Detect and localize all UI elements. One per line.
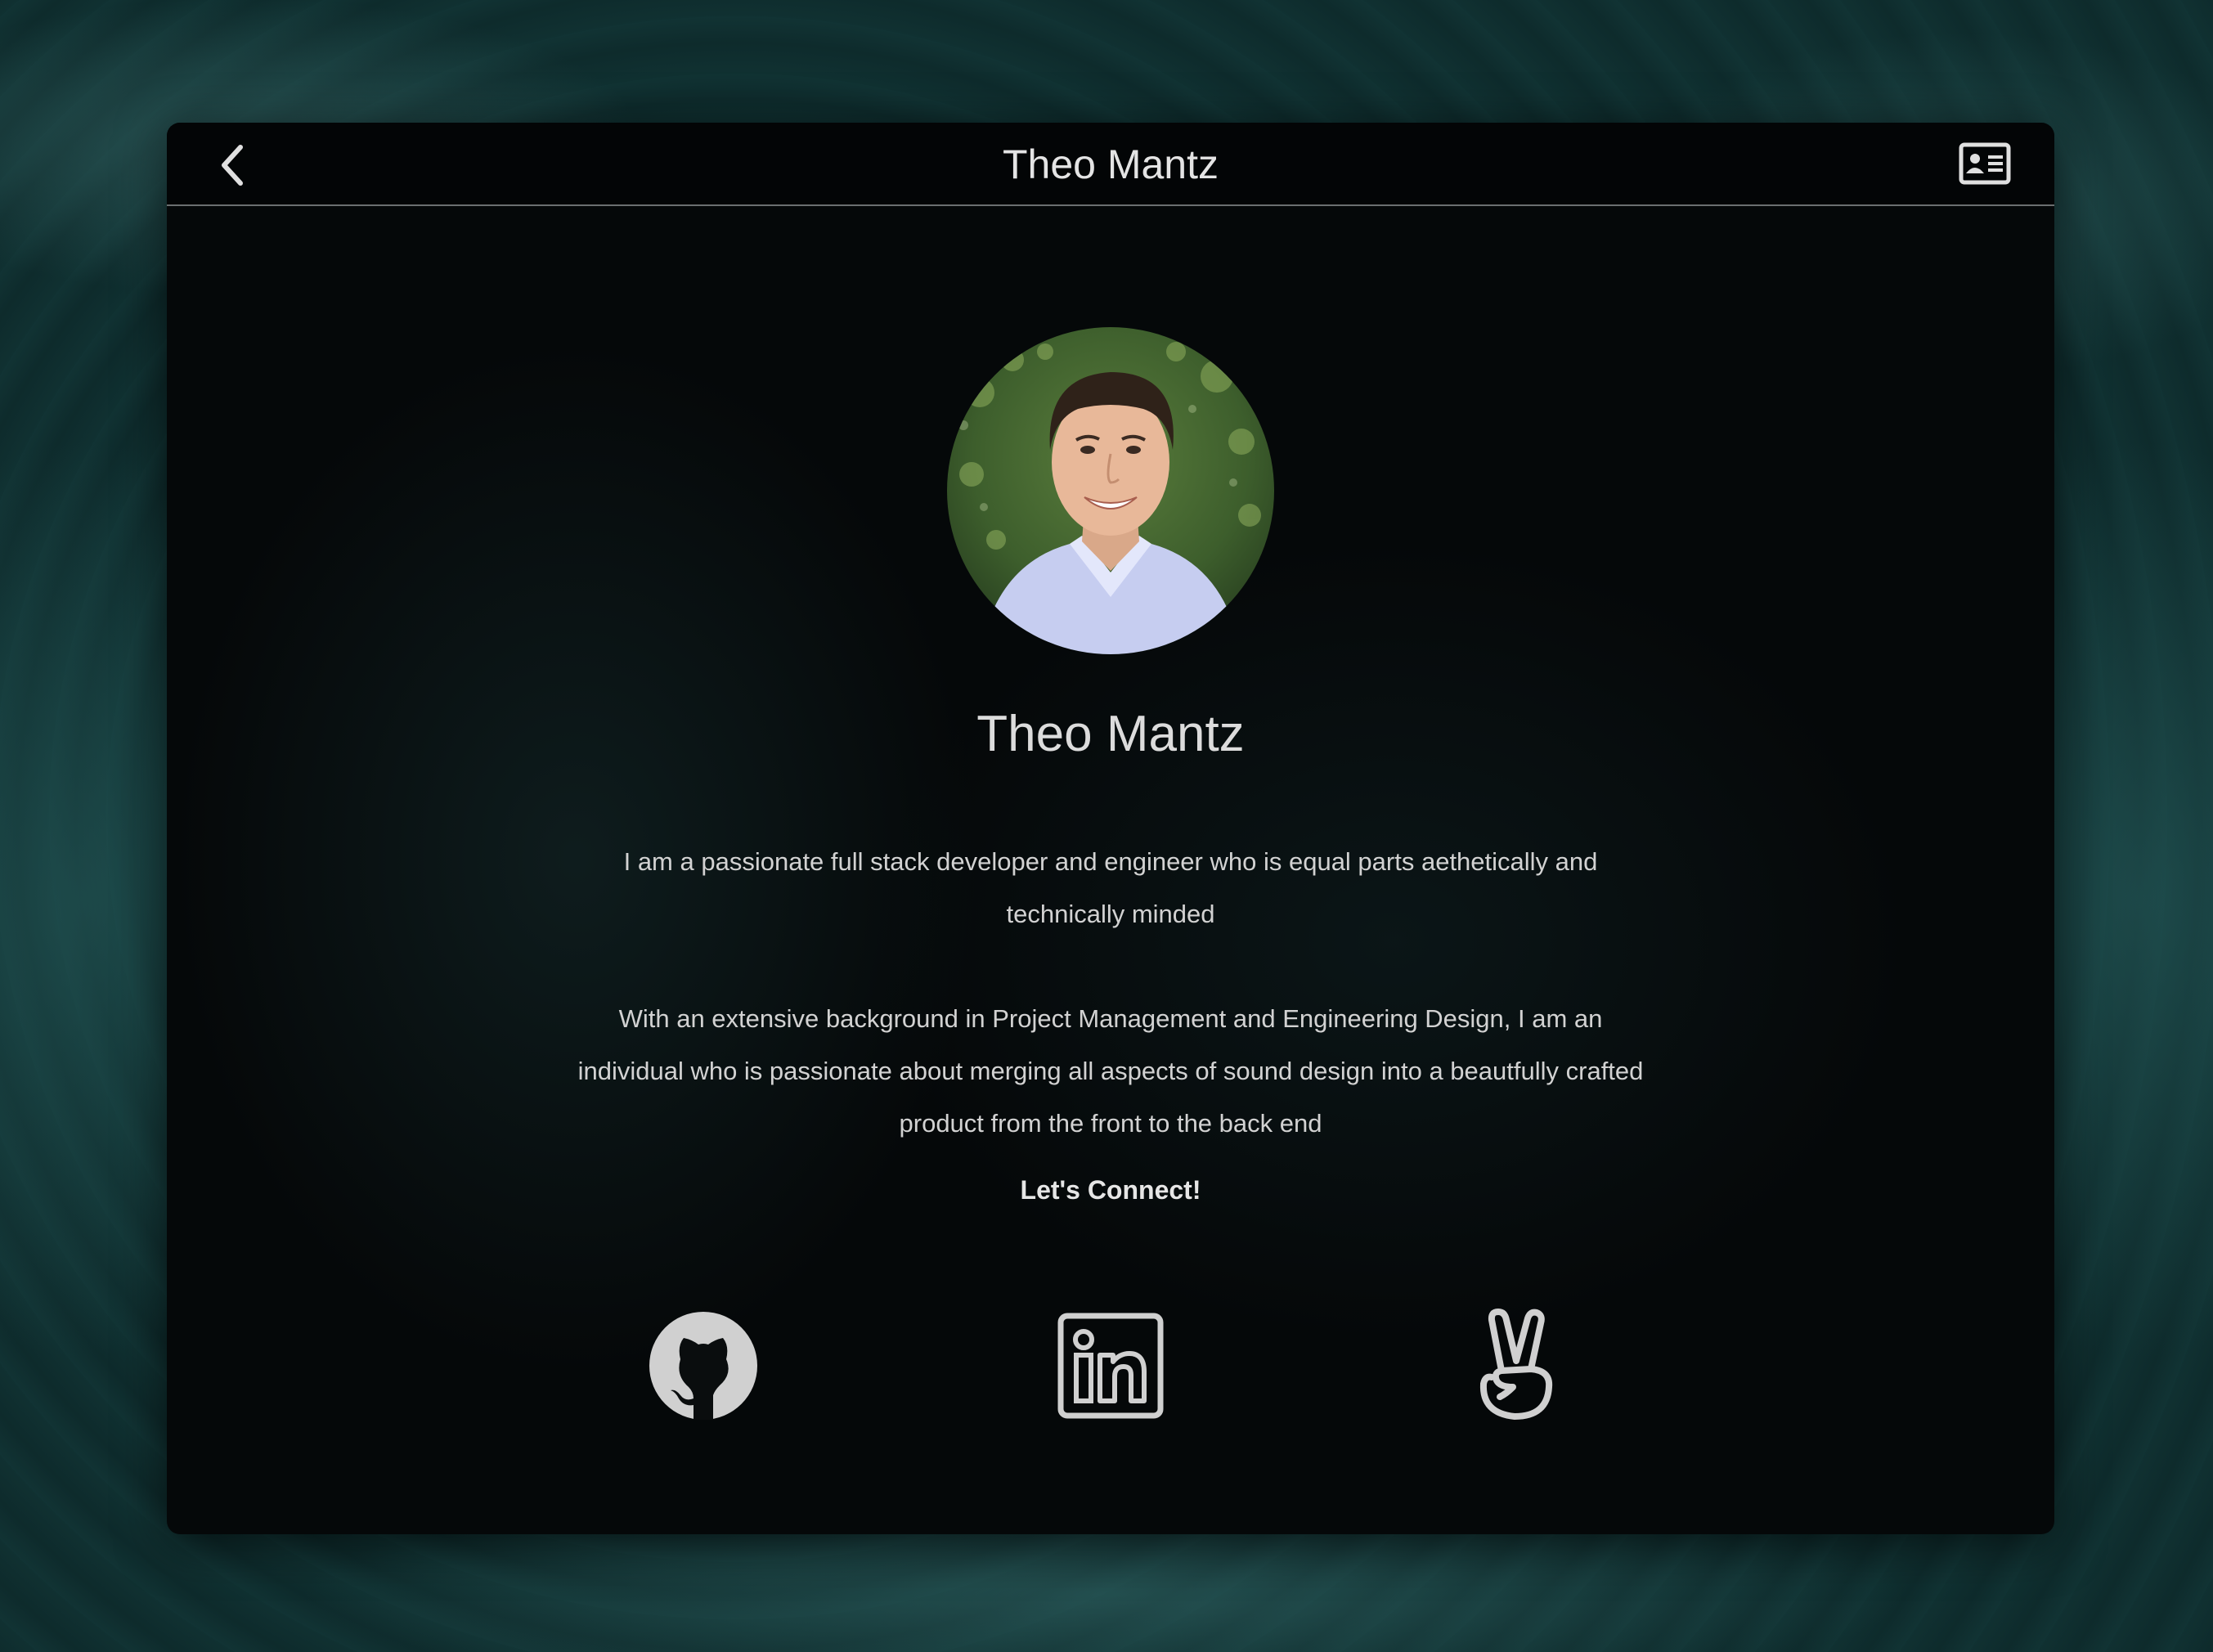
header-title: Theo Mantz xyxy=(1002,141,1219,187)
profile-card: Theo Mantz Theo Mantz I am a passionate … xyxy=(167,123,2054,1534)
github-icon xyxy=(649,1312,757,1420)
contact-card-icon xyxy=(1959,142,2011,185)
bio-paragraph-1: I am a passionate full stack developer a… xyxy=(623,847,1598,928)
github-link[interactable] xyxy=(642,1304,765,1427)
linkedin-icon xyxy=(1057,1313,1164,1419)
connect-heading: Let's Connect! xyxy=(1020,1175,1201,1205)
angellist-icon xyxy=(1479,1309,1553,1420)
linkedin-link[interactable] xyxy=(1049,1304,1172,1427)
avatar xyxy=(947,327,1274,654)
contact-card-button[interactable] xyxy=(1956,139,2013,188)
profile-name: Theo Mantz xyxy=(976,706,1245,762)
header-bar: Theo Mantz xyxy=(167,123,2054,206)
bio-paragraph-2: With an extensive background in Project … xyxy=(577,1004,1644,1138)
profile-photo xyxy=(947,327,1274,654)
angellist-link[interactable] xyxy=(1457,1304,1580,1427)
